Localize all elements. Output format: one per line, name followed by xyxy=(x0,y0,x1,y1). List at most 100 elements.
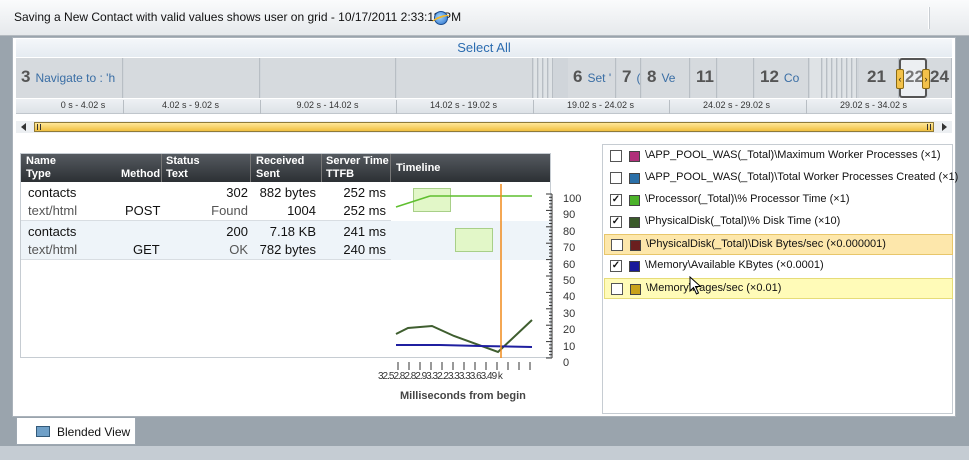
cell-name: contacts xyxy=(28,224,77,239)
table-row[interactable]: contacts text/html POST 302 Found 882 by… xyxy=(21,182,391,221)
step-3[interactable]: 3 Navigate to : 'h xyxy=(16,58,123,98)
counter-item[interactable]: \APP_POOL_WAS(_Total)\Total Worker Proce… xyxy=(604,168,958,189)
counter-item[interactable]: \PhysicalDisk(_Total)\Disk Bytes/sec (×0… xyxy=(604,234,953,255)
counter-item[interactable]: \Memory\Pages/sec (×0.01) xyxy=(604,278,953,299)
time-range-label: 4.02 s - 9.02 s xyxy=(123,100,257,114)
col-received[interactable]: Received xyxy=(256,155,304,168)
mouse-cursor-icon xyxy=(689,276,702,295)
step-label: ( xyxy=(636,71,641,85)
col-method[interactable]: Method xyxy=(121,168,160,181)
color-swatch xyxy=(629,195,640,206)
counter-label: \Memory\Pages/sec (×0.01) xyxy=(646,282,782,294)
col-status[interactable]: Status xyxy=(166,155,200,168)
title-bar: Saving a New Contact with valid values s… xyxy=(0,0,969,36)
step-blank[interactable] xyxy=(124,58,260,98)
step-12[interactable]: 12 Co xyxy=(755,58,809,98)
chart-icon xyxy=(36,426,50,437)
cell-method: GET xyxy=(133,242,160,257)
counter-item[interactable]: ✓ \Memory\Available KBytes (×0.0001) xyxy=(604,256,953,277)
counter-checkbox[interactable] xyxy=(611,239,623,251)
step-number: 7 xyxy=(622,67,632,86)
counter-label: \PhysicalDisk(_Total)\Disk Bytes/sec (×0… xyxy=(646,238,886,250)
scrollbar-thumb[interactable] xyxy=(34,122,934,132)
step-blank[interactable] xyxy=(718,58,754,98)
step-slice[interactable] xyxy=(843,58,847,98)
y-tick-label: 30 xyxy=(563,307,576,320)
step-slice[interactable] xyxy=(853,58,857,98)
y-tick-label: 70 xyxy=(563,242,576,255)
step-label: Ve xyxy=(661,71,676,85)
counter-checkbox[interactable] xyxy=(610,150,622,162)
counter-item[interactable]: \APP_POOL_WAS(_Total)\Maximum Worker Pro… xyxy=(604,146,953,167)
select-all-button[interactable]: Select All xyxy=(16,39,952,57)
y-tick-label: 0 xyxy=(563,357,570,369)
step-slice[interactable] xyxy=(534,58,538,98)
tab-blended-view[interactable]: Blended View xyxy=(16,418,136,445)
step-8[interactable]: 8 Ve xyxy=(642,58,690,98)
performance-chart xyxy=(395,184,553,370)
counter-checkbox[interactable]: ✓ xyxy=(610,194,622,206)
y-axis-ticks xyxy=(546,193,552,359)
col-type[interactable]: Type xyxy=(26,168,51,181)
step-slice[interactable] xyxy=(549,58,553,98)
col-server-time[interactable]: Server Time xyxy=(326,155,389,168)
counter-item[interactable]: ✓ \Processor(_Total)\% Processor Time (×… xyxy=(604,190,953,211)
y-axis-labels: 100 90 80 70 60 50 40 30 20 10 0 xyxy=(563,186,593,369)
cell-status: 302 xyxy=(226,185,248,200)
scroll-right-arrow-icon[interactable] xyxy=(942,123,947,131)
time-range-label: 9.02 s - 14.02 s xyxy=(260,100,394,114)
col-ttfb[interactable]: TTFB xyxy=(326,168,354,181)
step-21[interactable]: 21 xyxy=(859,58,899,98)
step-7[interactable]: 7( xyxy=(617,58,641,98)
step-blank[interactable] xyxy=(397,58,533,98)
step-number: 11 xyxy=(696,67,714,86)
table-row[interactable]: contacts text/html GET 200 OK 7.18 KB 78… xyxy=(21,221,391,260)
title-separator xyxy=(928,7,930,29)
scroll-left-arrow-icon[interactable] xyxy=(21,123,26,131)
step-label: Co xyxy=(783,71,800,85)
counter-item[interactable]: ✓ \PhysicalDisk(_Total)\% Disk Time (×10… xyxy=(604,212,953,233)
time-range-label: 14.02 s - 19.02 s xyxy=(396,100,530,114)
color-swatch xyxy=(629,151,640,162)
counter-checkbox[interactable] xyxy=(610,172,622,184)
selector-left-handle[interactable]: ‹ xyxy=(896,69,904,89)
step-24[interactable]: 24 xyxy=(928,58,952,98)
browser-icon xyxy=(434,11,448,25)
y-tick-label: 80 xyxy=(563,225,576,238)
counter-label: \Memory\Available KBytes (×0.0001) xyxy=(645,259,824,271)
table-header: Name Type Method Status Text Received Se… xyxy=(21,154,550,182)
counter-checkbox[interactable]: ✓ xyxy=(610,216,622,228)
cell-sent: 782 bytes xyxy=(259,242,316,257)
step-slice[interactable] xyxy=(848,58,852,98)
step-slice[interactable] xyxy=(539,58,543,98)
counter-label: \PhysicalDisk(_Total)\% Disk Time (×10) xyxy=(645,215,841,227)
step-11[interactable]: 11 xyxy=(691,58,717,98)
time-range-label: 19.02 s - 24.02 s xyxy=(533,100,667,114)
selector-right-handle[interactable]: › xyxy=(922,69,930,89)
col-timeline[interactable]: Timeline xyxy=(396,162,440,175)
step-slice[interactable] xyxy=(833,58,837,98)
counter-checkbox[interactable]: ✓ xyxy=(610,260,622,272)
step-slice[interactable] xyxy=(810,58,822,98)
cell-text: OK xyxy=(229,242,248,257)
y-tick-label: 90 xyxy=(563,209,576,222)
step-slice[interactable] xyxy=(544,58,548,98)
cell-text: Found xyxy=(211,203,248,218)
step-slice[interactable] xyxy=(838,58,842,98)
col-name[interactable]: Name xyxy=(26,155,56,168)
step-blank[interactable] xyxy=(261,58,396,98)
step-selector[interactable]: 22 ‹ › xyxy=(896,58,930,98)
step-slice[interactable] xyxy=(823,58,827,98)
cell-type: text/html xyxy=(28,242,78,257)
y-tick-label: 20 xyxy=(563,324,576,337)
cell-received: 7.18 KB xyxy=(269,224,316,239)
counter-list: \APP_POOL_WAS(_Total)\Maximum Worker Pro… xyxy=(602,144,958,414)
counter-checkbox[interactable] xyxy=(611,283,623,295)
step-6[interactable]: 6 Set ' xyxy=(568,58,616,98)
step-number: 24 xyxy=(930,67,949,86)
processor-series-line xyxy=(395,195,431,208)
step-slice[interactable] xyxy=(828,58,832,98)
col-sent[interactable]: Sent xyxy=(256,168,280,181)
col-text[interactable]: Text xyxy=(166,168,188,181)
timeline-scrollbar[interactable] xyxy=(16,121,952,133)
